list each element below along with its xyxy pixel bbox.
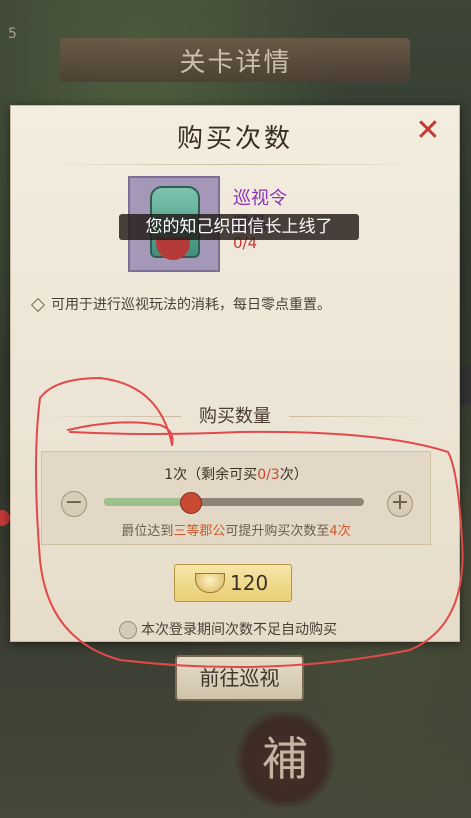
buy-price: 120 xyxy=(230,571,269,595)
item-name: 巡视令 xyxy=(233,188,287,209)
notification-toast: 您的知己织田信长上线了 xyxy=(119,214,359,240)
auto-purchase-row: 本次登录期间次数不足自动购买 xyxy=(119,619,337,639)
remaining-count: 0/3 xyxy=(257,467,280,483)
slider-fill xyxy=(104,498,190,506)
background-title: 关卡详情 xyxy=(179,48,292,78)
rank-hint: 爵位达到三等郡公可提升购买次数至4次 xyxy=(42,520,430,539)
hint-middle: 可提升购买次数至 xyxy=(225,524,330,539)
quantity-text: 1次（剩余可买0/3次） xyxy=(42,464,430,484)
increase-button[interactable]: + xyxy=(387,491,413,517)
description-text: 可用于进行巡视玩法的消耗，每日零点重置。 xyxy=(51,297,331,313)
auto-purchase-label: 本次登录期间次数不足自动购买 xyxy=(141,622,337,638)
quantity-slider[interactable] xyxy=(104,492,364,514)
decrease-button[interactable]: − xyxy=(61,491,87,517)
buy-button[interactable]: 120 xyxy=(174,564,292,602)
auto-purchase-checkbox[interactable] xyxy=(119,621,137,639)
purchase-dialog: 购买次数 ✕ 巡视令 紫品 0/4 您的知己织田信长上线了 可用于进行巡视玩法的… xyxy=(10,105,460,642)
section-title: 购买数量 xyxy=(11,402,459,428)
quantity-panel: 1次（剩余可买0/3次） − + 爵位达到三等郡公可提升购买次数至4次 xyxy=(41,451,431,545)
quantity-suffix: 次） xyxy=(279,467,308,483)
hint-number: 4次 xyxy=(329,524,351,539)
slider-knob[interactable] xyxy=(179,492,202,514)
title-divider xyxy=(41,164,429,165)
diamond-bullet-icon xyxy=(30,297,46,313)
hint-prefix: 爵位达到 xyxy=(121,524,174,539)
item-description: 可用于进行巡视玩法的消耗，每日零点重置。 xyxy=(30,294,331,314)
level-number: 5 xyxy=(8,26,17,42)
hint-rank: 三等郡公 xyxy=(173,524,226,539)
gold-ingot-icon xyxy=(195,573,225,593)
background-seal: 補 xyxy=(230,712,340,807)
quantity-section-title: 购买数量 xyxy=(181,406,289,427)
dialog-title: 购买次数 xyxy=(176,124,293,154)
go-patrol-button[interactable]: 前往巡视 xyxy=(175,655,304,701)
close-icon[interactable]: ✕ xyxy=(413,116,443,146)
quantity-prefix: 1次（剩余可买 xyxy=(164,467,258,483)
side-tab[interactable] xyxy=(459,365,471,405)
